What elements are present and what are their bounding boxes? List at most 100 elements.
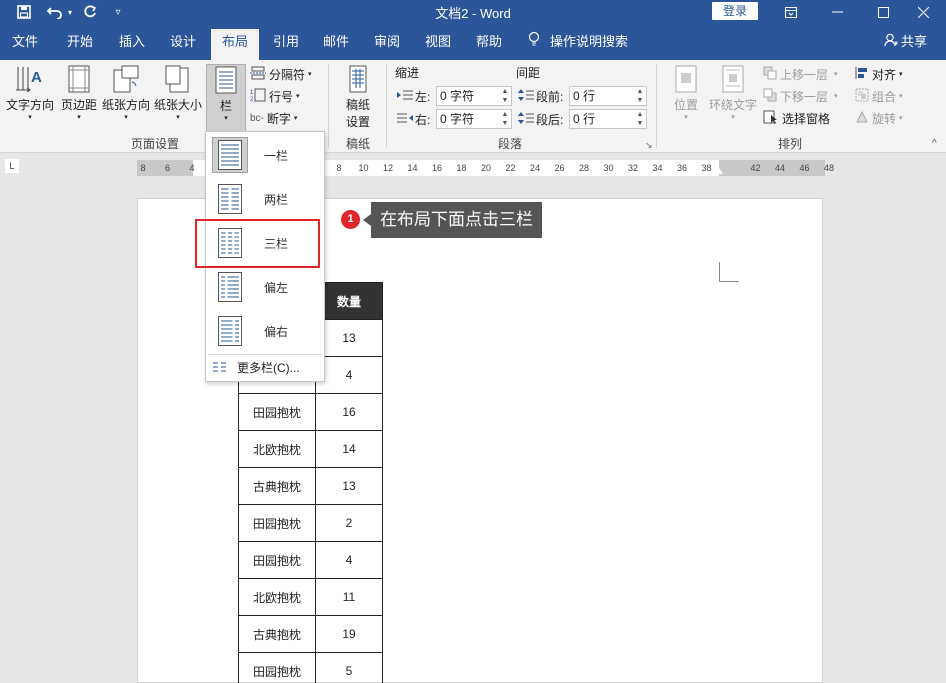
- tab-mailings[interactable]: 邮件: [316, 29, 356, 60]
- breaks-icon: [250, 66, 266, 83]
- tab-insert[interactable]: 插入: [112, 29, 152, 60]
- text-direction-button[interactable]: A 文字方向 ▾: [5, 64, 55, 121]
- draft-settings-button[interactable]: 稿纸 设置: [336, 64, 380, 130]
- rotate-button[interactable]: 旋转 ▾: [855, 108, 903, 128]
- indent-right-icon: [397, 112, 413, 127]
- tab-view[interactable]: 视图: [418, 29, 458, 60]
- spin-arrows[interactable]: ▲ ▼: [500, 110, 510, 128]
- group-button[interactable]: 组合 ▾: [855, 86, 903, 106]
- columns-option-one[interactable]: 一栏: [208, 134, 322, 176]
- indent-left-field[interactable]: 0 字符 ▲ ▼: [436, 86, 512, 106]
- table-header-qty[interactable]: 数量: [315, 282, 383, 320]
- bring-forward-icon: [763, 66, 777, 83]
- quantity-cell[interactable]: 13: [315, 319, 383, 357]
- quantity-cell[interactable]: 4: [315, 541, 383, 579]
- breaks-button[interactable]: 分隔符 ▾: [250, 64, 312, 84]
- indent-heading: 缩进: [395, 65, 420, 80]
- send-backward-icon: [763, 88, 777, 105]
- spacing-before-label: 段前:: [536, 89, 564, 104]
- line-numbers-button[interactable]: 12 行号 ▾: [250, 86, 300, 106]
- product-name-cell[interactable]: 田园抱枕: [238, 393, 316, 431]
- paper-size-icon: [162, 64, 194, 94]
- ruler-tick: 36: [676, 163, 687, 173]
- login-button[interactable]: 登录: [712, 2, 758, 20]
- product-name-cell[interactable]: 古典抱枕: [238, 467, 316, 505]
- share-button[interactable]: 共享: [884, 29, 927, 55]
- product-name-cell[interactable]: 田园抱枕: [238, 541, 316, 579]
- line-numbers-label: 行号: [269, 89, 294, 104]
- title-bar: ▾ ▿ 文档2 - Word 登录: [0, 0, 946, 24]
- tab-stop-selector[interactable]: L: [5, 159, 19, 173]
- indent-right-field[interactable]: 0 字符 ▲ ▼: [436, 109, 512, 129]
- ribbon-display-options-icon[interactable]: [768, 0, 814, 24]
- spin-arrows[interactable]: ▲ ▼: [500, 87, 510, 105]
- margins-icon: [63, 64, 95, 94]
- hyphenation-button[interactable]: bc‐ 断字 ▾: [250, 108, 297, 128]
- indent-right-value: 0 字符: [440, 112, 475, 126]
- columns-option-left[interactable]: 偏左: [208, 266, 322, 308]
- ruler-tick: 26: [554, 163, 565, 173]
- product-name-cell[interactable]: 北欧抱枕: [238, 578, 316, 616]
- quantity-cell[interactable]: 4: [315, 356, 383, 394]
- product-name-cell[interactable]: 田园抱枕: [238, 504, 316, 542]
- send-backward-button[interactable]: 下移一层 ▾: [763, 86, 838, 106]
- paragraph-dialog-launcher-icon[interactable]: ↘: [645, 140, 653, 151]
- callout-pointer: [363, 214, 371, 226]
- ruler-tick: 4: [189, 163, 195, 173]
- align-icon: [855, 66, 869, 83]
- two-columns-icon: [212, 181, 248, 217]
- columns-option-left-label: 偏左: [264, 280, 289, 295]
- right-indent-marker[interactable]: [713, 166, 723, 174]
- orientation-label: 纸张方向: [101, 98, 150, 112]
- quantity-cell[interactable]: 5: [315, 652, 383, 683]
- orientation-button[interactable]: 纸张方向 ▾: [101, 64, 151, 121]
- lightbulb-icon: [528, 30, 540, 56]
- size-button[interactable]: 纸张大小 ▾: [153, 64, 203, 121]
- quantity-cell[interactable]: 11: [315, 578, 383, 616]
- selection-pane-button[interactable]: 选择窗格: [763, 108, 830, 128]
- tab-layout[interactable]: 布局: [211, 29, 259, 60]
- more-columns-item[interactable]: 更多栏(C)...: [208, 354, 322, 380]
- wrap-text-button[interactable]: 环绕文字 ▾: [708, 64, 758, 121]
- ruler-tick: 16: [431, 163, 442, 173]
- quantity-cell[interactable]: 2: [315, 504, 383, 542]
- tab-references[interactable]: 引用: [266, 29, 306, 60]
- spacing-before-field[interactable]: 0 行 ▲ ▼: [569, 86, 647, 106]
- collapse-ribbon-icon[interactable]: ^: [932, 138, 937, 149]
- step-number-badge: 1: [341, 210, 360, 229]
- position-button[interactable]: 位置 ▾: [664, 64, 708, 121]
- align-label: 对齐: [872, 67, 897, 82]
- tab-help[interactable]: 帮助: [469, 29, 509, 60]
- quantity-cell[interactable]: 14: [315, 430, 383, 468]
- tab-home[interactable]: 开始: [61, 29, 99, 60]
- rotate-icon: [855, 110, 869, 127]
- hyphenation-icon: bc‐: [250, 112, 264, 124]
- margins-button[interactable]: 页边距 ▾: [59, 64, 99, 121]
- indent-left-label: 左:: [415, 89, 431, 104]
- close-icon[interactable]: [900, 0, 946, 24]
- columns-option-two-label: 两栏: [264, 192, 289, 207]
- tell-me-search[interactable]: 操作说明搜索: [528, 29, 628, 55]
- spacing-after-field[interactable]: 0 行 ▲ ▼: [569, 109, 647, 129]
- columns-option-two[interactable]: 两栏: [208, 178, 322, 220]
- columns-option-right[interactable]: 偏右: [208, 310, 322, 352]
- quantity-cell[interactable]: 19: [315, 615, 383, 653]
- bring-forward-button[interactable]: 上移一层 ▾: [763, 64, 838, 84]
- spacing-before-value: 0 行: [573, 89, 596, 103]
- minimize-icon[interactable]: [814, 0, 860, 24]
- tab-review[interactable]: 审阅: [367, 29, 407, 60]
- columns-button[interactable]: 栏 ▾: [206, 64, 246, 134]
- product-name-cell[interactable]: 田园抱枕: [238, 652, 316, 683]
- quantity-cell[interactable]: 16: [315, 393, 383, 431]
- quantity-cell[interactable]: 13: [315, 467, 383, 505]
- table-row: 北欧抱枕 11: [238, 578, 383, 616]
- product-name-cell[interactable]: 古典抱枕: [238, 615, 316, 653]
- tab-design[interactable]: 设计: [163, 29, 203, 60]
- spin-arrows[interactable]: ▲ ▼: [635, 87, 645, 105]
- indent-left-icon: [397, 89, 413, 104]
- spin-arrows[interactable]: ▲ ▼: [635, 110, 645, 128]
- align-button[interactable]: 对齐 ▾: [855, 64, 903, 84]
- product-name-cell[interactable]: 北欧抱枕: [238, 430, 316, 468]
- tab-file[interactable]: 文件: [6, 29, 44, 60]
- highlight-box: [195, 219, 320, 268]
